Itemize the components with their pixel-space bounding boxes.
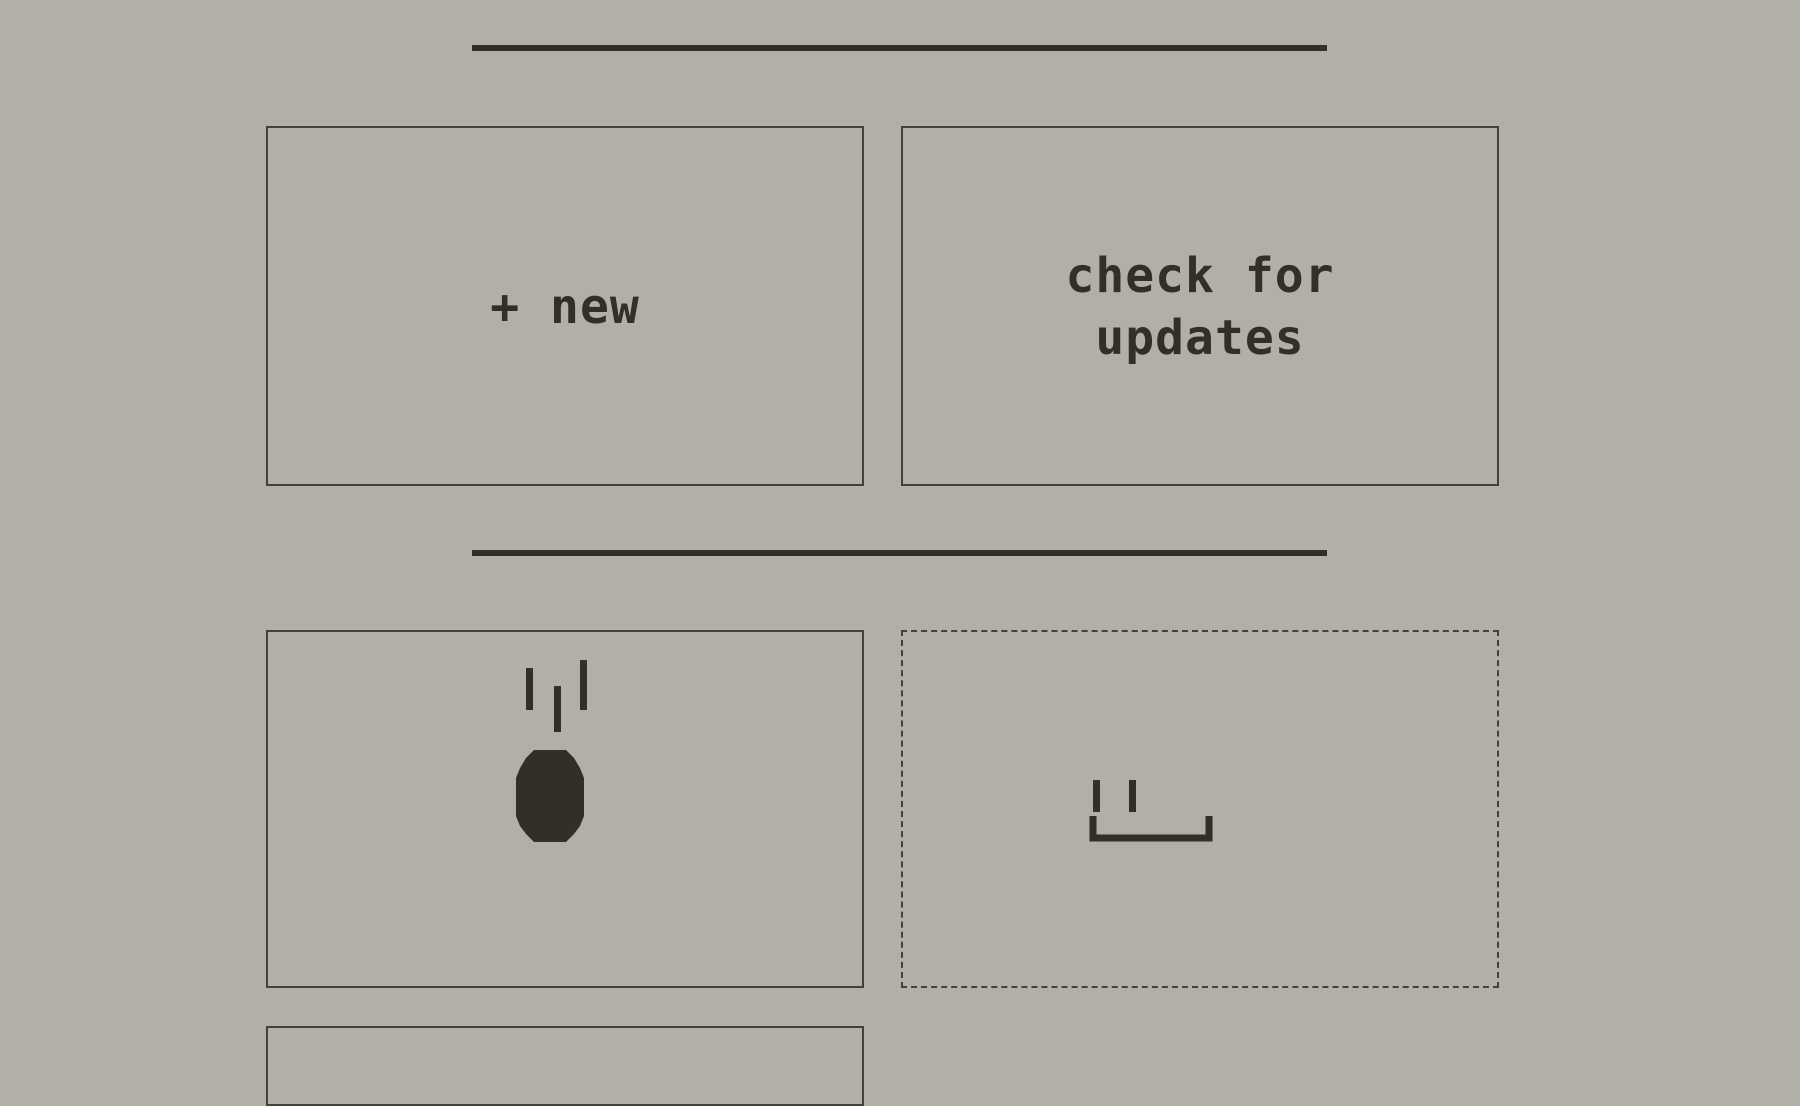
middle-divider	[472, 550, 1327, 556]
mood-slot-3[interactable]	[266, 1026, 864, 1106]
check-updates-label: check for updates	[1065, 248, 1335, 366]
mood-slot-2-empty[interactable]	[901, 630, 1499, 988]
mood-slot-1[interactable]	[266, 630, 864, 988]
new-button-label: + new	[490, 279, 640, 335]
top-divider	[472, 45, 1327, 51]
empty-bracket-icon	[1089, 780, 1213, 842]
steaming-blob-icon	[516, 660, 587, 842]
new-button[interactable]: + new	[266, 126, 864, 486]
check-updates-button[interactable]: check for updates	[901, 126, 1499, 486]
